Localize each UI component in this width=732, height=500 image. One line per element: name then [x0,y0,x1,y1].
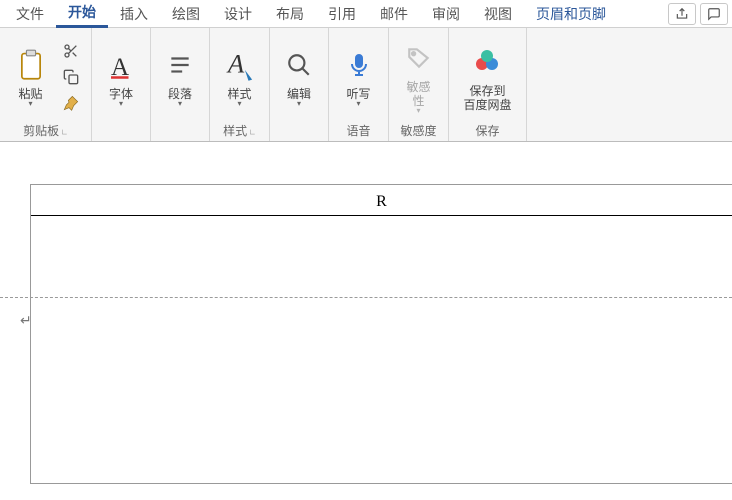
styles-a-brush-icon: A [225,48,255,82]
page[interactable]: R [30,184,732,484]
tab-view[interactable]: 视图 [472,0,524,28]
editing-button[interactable]: 编辑 ▾ [276,41,322,112]
group-font-label [98,121,144,141]
group-paragraph-label [157,121,203,141]
tab-references[interactable]: 引用 [316,0,368,28]
chevron-down-icon: ▾ [28,99,32,108]
paintbrush-icon [63,95,79,111]
paragraph-icon [167,52,193,78]
copy-button[interactable] [58,66,84,88]
chevron-down-icon: ▾ [416,106,420,115]
font-a-icon: A [106,50,136,80]
dictate-button[interactable]: 听写 ▾ [336,41,382,112]
tab-file[interactable]: 文件 [4,0,56,28]
styles-button[interactable]: A 样式 ▾ [217,41,263,112]
group-save: 保存到 百度网盘 保存 [449,28,527,141]
group-editing-label [276,121,322,141]
save-to-cloud-button[interactable]: 保存到 百度网盘 [461,38,513,116]
group-voice-label: 语音 [335,121,382,141]
svg-text:A: A [225,48,244,78]
chevron-down-icon: ▾ [178,99,182,108]
svg-text:A: A [111,54,129,80]
group-save-label: 保存 [455,121,520,141]
group-paragraph: 段落 ▾ [151,28,210,141]
paste-button[interactable]: 粘贴 ▾ [8,41,54,112]
header-boundary-dashed [0,297,732,298]
tab-draw[interactable]: 绘图 [160,0,212,28]
document-area: R ↵ [0,142,732,500]
tab-mailings[interactable]: 邮件 [368,0,420,28]
sensitivity-button: 敏感 性 ▾ [396,34,442,119]
tab-review[interactable]: 审阅 [420,0,472,28]
tag-icon [406,45,432,71]
clipboard-icon [17,49,45,81]
comments-button[interactable] [700,3,728,25]
group-editing: 编辑 ▾ [270,28,329,141]
header-underline [31,215,732,216]
microphone-icon [347,50,371,80]
search-icon [286,52,312,78]
cloud-save-icon [472,48,502,76]
tab-insert[interactable]: 插入 [108,0,160,28]
format-painter-button[interactable] [58,92,84,114]
group-sensitivity-label: 敏感度 [395,121,442,141]
ribbon: 粘贴 ▾ 剪贴板 A [0,28,732,142]
tab-strip: 文件 开始 插入 绘图 设计 布局 引用 邮件 审阅 视图 页眉和页脚 [0,0,732,28]
group-font: A 字体 ▾ [92,28,151,141]
group-voice: 听写 ▾ 语音 [329,28,389,141]
sensitivity-label: 敏感 性 [406,80,430,108]
font-button[interactable]: A 字体 ▾ [98,41,144,112]
tab-design[interactable]: 设计 [212,0,264,28]
comments-icon [707,7,721,21]
group-styles: A 样式 ▾ 样式 [210,28,270,141]
share-icon [675,7,689,21]
scissors-icon [63,43,79,59]
tab-header-footer[interactable]: 页眉和页脚 [524,0,618,28]
share-button[interactable] [668,3,696,25]
group-clipboard-label[interactable]: 剪贴板 [6,121,85,141]
copy-icon [63,69,79,85]
group-styles-label[interactable]: 样式 [216,121,263,141]
paragraph-mark: ↵ [20,312,32,329]
header-text[interactable]: R [31,193,732,211]
paragraph-button[interactable]: 段落 ▾ [157,41,203,112]
group-sensitivity: 敏感 性 ▾ 敏感度 [389,28,449,141]
chevron-down-icon: ▾ [356,99,360,108]
chevron-down-icon: ▾ [237,99,241,108]
save-cloud-label: 保存到 百度网盘 [463,84,511,112]
chevron-down-icon: ▾ [119,99,123,108]
tab-layout[interactable]: 布局 [264,0,316,28]
cut-button[interactable] [58,40,84,62]
group-clipboard: 粘贴 ▾ 剪贴板 [0,28,92,141]
tab-home[interactable]: 开始 [56,0,108,28]
chevron-down-icon: ▾ [297,99,301,108]
